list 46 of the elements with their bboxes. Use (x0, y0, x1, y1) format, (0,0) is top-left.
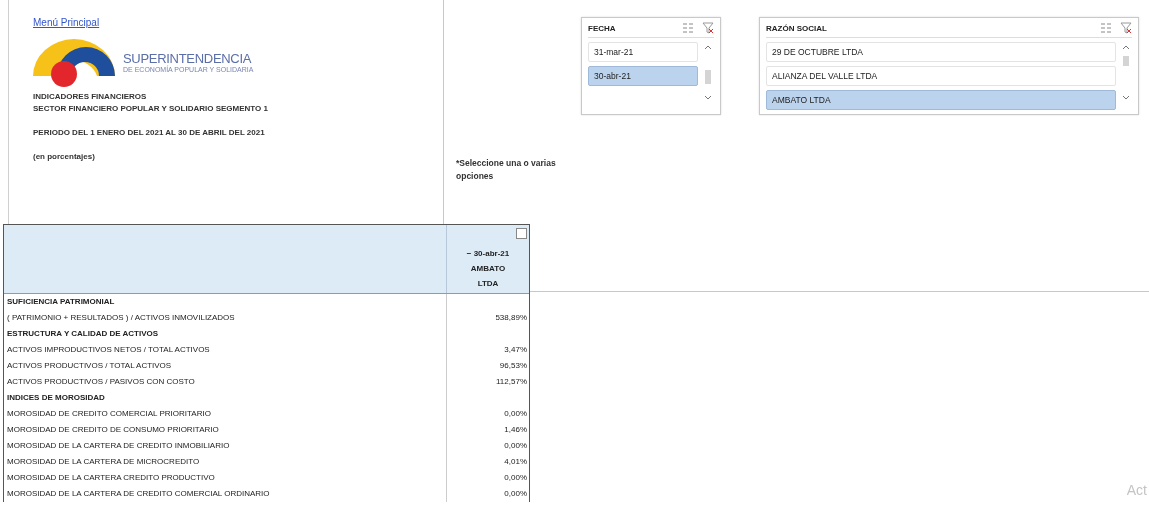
indicator-value: 0,00% (503, 440, 528, 452)
indicator-value: 112,57% (495, 376, 528, 388)
report-heading: INDICADORES FINANCIEROS (33, 92, 148, 101)
indicator-value: 0,00% (503, 488, 528, 500)
indicator-label: MOROSIDAD DE CREDITO DE CONSUMO PRIORITARIO (4, 422, 447, 438)
activation-watermark: Act (1126, 482, 1147, 498)
indicator-value: 0,00% (503, 408, 528, 420)
indicator-value: 538,89% (494, 312, 528, 324)
clear-filter-icon[interactable] (1120, 22, 1132, 34)
indicator-value: 96,53% (498, 360, 528, 372)
logo-icon (31, 36, 117, 88)
slicer-title: FECHA (588, 23, 617, 33)
section-heading: ESTRUCTURA Y CALIDAD DE ACTIVOS (4, 326, 447, 342)
section-heading: INDICES DE MOROSIDAD (4, 390, 447, 406)
indicator-label: ACTIVOS PRODUCTIVOS / TOTAL ACTIVOS (4, 358, 447, 374)
indicator-value: 1,46% (503, 424, 528, 436)
report-heading: PERIODO DEL 1 ENERO DEL 2021 AL 30 DE ABRIL DEL 2021 (33, 128, 266, 137)
column-date[interactable]: − 30-abr-21 (466, 246, 510, 261)
slicer-item[interactable]: 30-abr-21 (588, 66, 698, 86)
slicer-item[interactable]: AMBATO LTDA (766, 90, 1116, 110)
filter-dropdown-button[interactable] (516, 228, 527, 239)
slicer-item[interactable]: 29 DE OCTUBRE LTDA (766, 42, 1116, 62)
indicator-value: 3,47% (503, 344, 528, 356)
section-heading: SUFICIENCIA PATRIMONIAL (4, 294, 447, 310)
indicator-label: ACTIVOS IMPRODUCTIVOS NETOS / TOTAL ACTIVOS (4, 342, 447, 358)
indicator-label: ACTIVOS PRODUCTIVOS / PASIVOS CON COSTO (4, 374, 447, 390)
main-menu-link[interactable]: Menú Principal (33, 17, 100, 28)
indicator-value: 0,00% (503, 472, 528, 484)
selection-hint: *Seleccione una o varias opciones (456, 157, 557, 183)
indicator-label: MOROSIDAD DE LA CARTERA DE MICROCREDITO (4, 454, 447, 470)
slicer-item[interactable]: ALIANZA DEL VALLE LTDA (766, 66, 1116, 86)
multi-select-icon[interactable] (1100, 22, 1112, 34)
report-heading: (en porcentajes) (33, 152, 96, 161)
report-heading: SECTOR FINANCIERO POPULAR Y SOLIDARIO SEGMENTO 1 (33, 104, 269, 113)
indicator-label: MOROSIDAD DE CREDITO COMERCIAL PRIORITARIO (4, 406, 447, 422)
column-entity: AMBATO LTDA (469, 263, 507, 290)
clear-filter-icon[interactable] (702, 22, 714, 34)
multi-select-icon[interactable] (682, 22, 694, 34)
indicator-label: MOROSIDAD DE LA CARTERA CREDITO PRODUCTIVO (4, 470, 447, 486)
indicator-label: MOROSIDAD DE LA CARTERA DE CREDITO COMERCIAL ORDINARIO (4, 486, 447, 502)
logo-name: SUPERINTENDENCIA (123, 51, 253, 66)
slicer-item[interactable]: 31-mar-21 (588, 42, 698, 62)
slicer-title: RAZÓN SOCIAL (766, 23, 828, 33)
indicator-label: MOROSIDAD DE LA CARTERA DE CREDITO INMOBILIARIO (4, 438, 447, 454)
indicator-label: ( PATRIMONIO + RESULTADOS ) / ACTIVOS INMOVILIZADOS (4, 310, 447, 326)
indicator-value: 4,01% (503, 456, 528, 468)
